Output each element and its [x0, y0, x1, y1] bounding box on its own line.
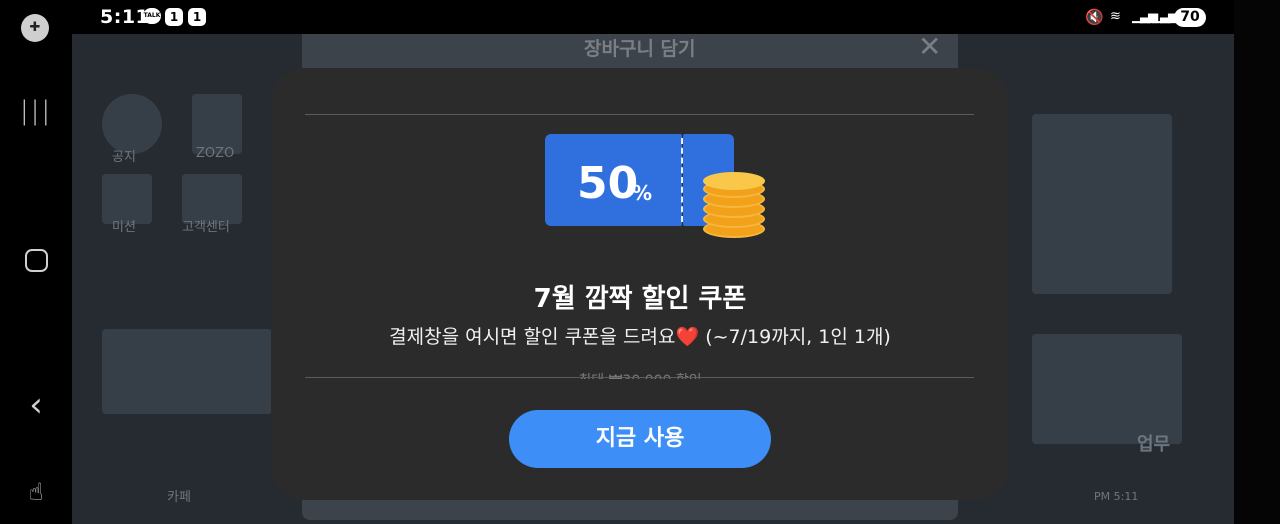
bg-icon [102, 94, 162, 154]
battery-indicator: 70 [1174, 8, 1206, 27]
status-bar: 5:11 TALK 1 1 🔇 ≋ ▁▃▅ ▁▃▅ 70 [0, 0, 1234, 34]
top-divider [305, 114, 974, 115]
bg-label: 미션 [112, 220, 136, 235]
bg-banner [1032, 114, 1172, 294]
mute-icon: 🔇 [1085, 8, 1104, 26]
bg-label: 공지 [112, 150, 136, 165]
bg-sheet-title: 장바구니 담기 [584, 38, 696, 60]
discount-value: 50 [577, 158, 639, 209]
bg-banner [102, 329, 272, 414]
bg-icon [192, 94, 242, 154]
coupon-title: 7월 깜짝 할인 쿠폰 [533, 284, 747, 314]
bg-label: ZOZO [196, 146, 235, 161]
ticket-perforation [681, 138, 683, 222]
touch-lock-icon[interactable]: ☝ [0, 478, 72, 506]
bg-label: PM 5:11 [1094, 490, 1139, 503]
bg-label: 고객센터 [182, 220, 230, 235]
subtitle-text: 결제창을 여시면 할인 쿠폰을 드려요 [389, 326, 676, 348]
back-icon[interactable]: ‹ [0, 388, 72, 422]
wifi-icon: ≋ [1110, 9, 1121, 24]
signal-icon: ▁▃▅ [1152, 9, 1178, 24]
notification-badge: 1 [165, 8, 183, 26]
coin-stack-icon [703, 172, 765, 238]
bottom-divider [305, 377, 974, 378]
recents-icon[interactable]: ||| [0, 96, 72, 126]
discount-unit: % [632, 181, 653, 205]
use-now-button[interactable]: 지금 사용 [509, 410, 771, 468]
subtitle-suffix: (~7/19까지, 1인 1개) [699, 326, 891, 348]
heart-icon: ❤️ [675, 326, 700, 348]
navigation-bar: ✚ ||| ‹ ☝ [0, 0, 72, 524]
kakaotalk-icon: TALK [143, 8, 161, 24]
home-icon[interactable] [25, 249, 48, 272]
close-icon: ✕ [918, 34, 942, 63]
clock: 5:11 [100, 6, 150, 28]
screen-edge [1234, 0, 1280, 524]
notification-badge: 1 [188, 8, 206, 26]
bg-label: 카페 [167, 490, 191, 505]
coupon-subtitle: 결제창을 여시면 할인 쿠폰을 드려요❤️ (~7/19까지, 1인 1개) [271, 322, 1009, 349]
coupon-modal: 50 % 7월 깜짝 할인 쿠폰 결제창을 여시면 할인 쿠폰을 드려요❤️ (… [271, 68, 1009, 500]
bg-banner [1032, 334, 1182, 444]
game-tools-icon[interactable]: ✚ [21, 14, 49, 42]
bg-label: 업무 [1137, 434, 1171, 455]
